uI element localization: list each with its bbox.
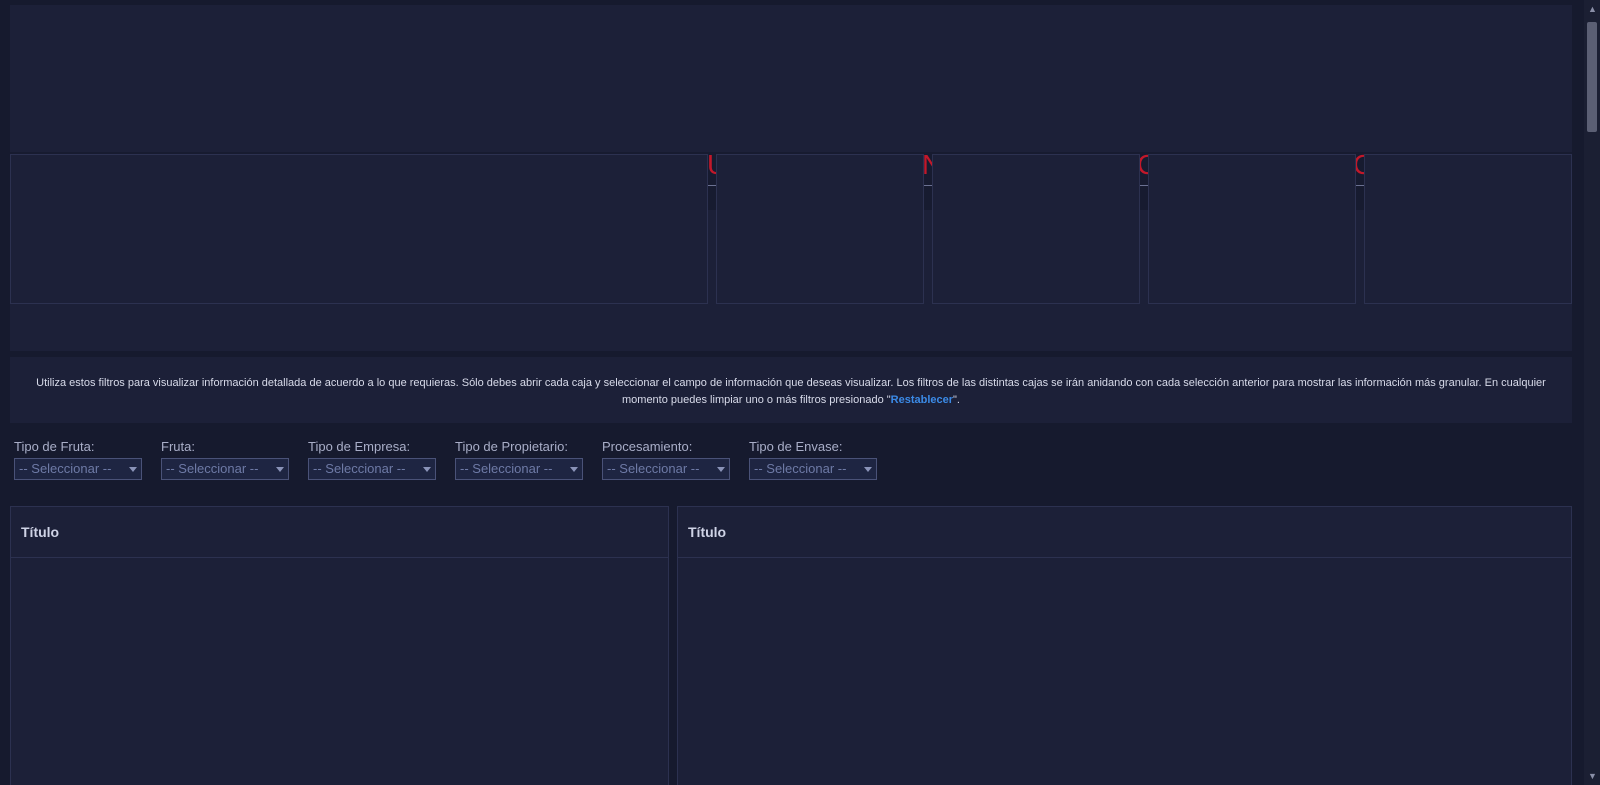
filter-label: Procesamiento: — [602, 439, 693, 454]
filters-help-text: Utiliza estos filtros para visualizar in… — [10, 357, 1572, 423]
caret-down-icon — [276, 467, 284, 472]
kpi-card — [1148, 154, 1356, 304]
fruta-select[interactable]: -- Seleccionar -- — [161, 458, 289, 480]
reset-link[interactable]: Restablecer — [891, 394, 953, 406]
select-value: -- Seleccionar -- — [607, 461, 700, 476]
select-value: -- Seleccionar -- — [19, 461, 112, 476]
procesamiento-select[interactable]: -- Seleccionar -- — [602, 458, 730, 480]
panel-title: Título — [11, 507, 668, 558]
chevron-up-icon[interactable]: ▲ — [1588, 5, 1597, 14]
caret-down-icon — [129, 467, 137, 472]
kpi-card — [932, 154, 1140, 304]
filter-tipo-de-envase: Tipo de Envase: -- Seleccionar -- — [749, 438, 877, 480]
tipo-de-fruta-select[interactable]: -- Seleccionar -- — [14, 458, 142, 480]
chart-panel-right: Título — [677, 506, 1572, 785]
filter-label: Tipo de Propietario: — [455, 439, 568, 454]
scrollbar-thumb[interactable] — [1587, 22, 1597, 132]
filter-label: Fruta: — [161, 439, 195, 454]
select-value: -- Seleccionar -- — [460, 461, 553, 476]
select-value: -- Seleccionar -- — [166, 461, 259, 476]
filter-label: Tipo de Empresa: — [308, 439, 411, 454]
filter-tipo-de-fruta: Tipo de Fruta: -- Seleccionar -- — [14, 438, 142, 480]
filter-label: Tipo de Fruta: — [14, 439, 95, 454]
help-text-before: Utiliza estos filtros para visualizar in… — [36, 377, 1546, 406]
tipo-de-propietario-select[interactable]: -- Seleccionar -- — [455, 458, 583, 480]
filter-tipo-de-empresa: Tipo de Empresa: -- Seleccionar -- — [308, 438, 436, 480]
select-value: -- Seleccionar -- — [313, 461, 406, 476]
chart-panel-left: Título — [10, 506, 669, 785]
tipo-de-empresa-select[interactable]: -- Seleccionar -- — [308, 458, 436, 480]
tipo-de-envase-select[interactable]: -- Seleccionar -- — [749, 458, 877, 480]
filter-procesamiento: Procesamiento: -- Seleccionar -- — [602, 438, 730, 480]
filter-label: Tipo de Envase: — [749, 439, 843, 454]
filter-tipo-de-propietario: Tipo de Propietario: -- Seleccionar -- — [455, 438, 583, 480]
caret-down-icon — [423, 467, 431, 472]
kpi-card-main — [10, 154, 708, 304]
filter-fruta: Fruta: -- Seleccionar -- — [161, 438, 289, 480]
caret-down-icon — [717, 467, 725, 472]
panel-title: Título — [678, 507, 1571, 558]
caret-down-icon — [864, 467, 872, 472]
kpi-card — [716, 154, 924, 304]
kpi-card — [1364, 154, 1572, 304]
select-value: -- Seleccionar -- — [754, 461, 847, 476]
caret-down-icon — [570, 467, 578, 472]
vertical-scrollbar[interactable]: ▲ ▼ — [1584, 0, 1600, 785]
dashboard-page: U N C C Utiliza estos filtros para visua… — [0, 0, 1584, 785]
chevron-down-icon[interactable]: ▼ — [1588, 772, 1597, 781]
help-text-after: ". — [953, 394, 960, 406]
